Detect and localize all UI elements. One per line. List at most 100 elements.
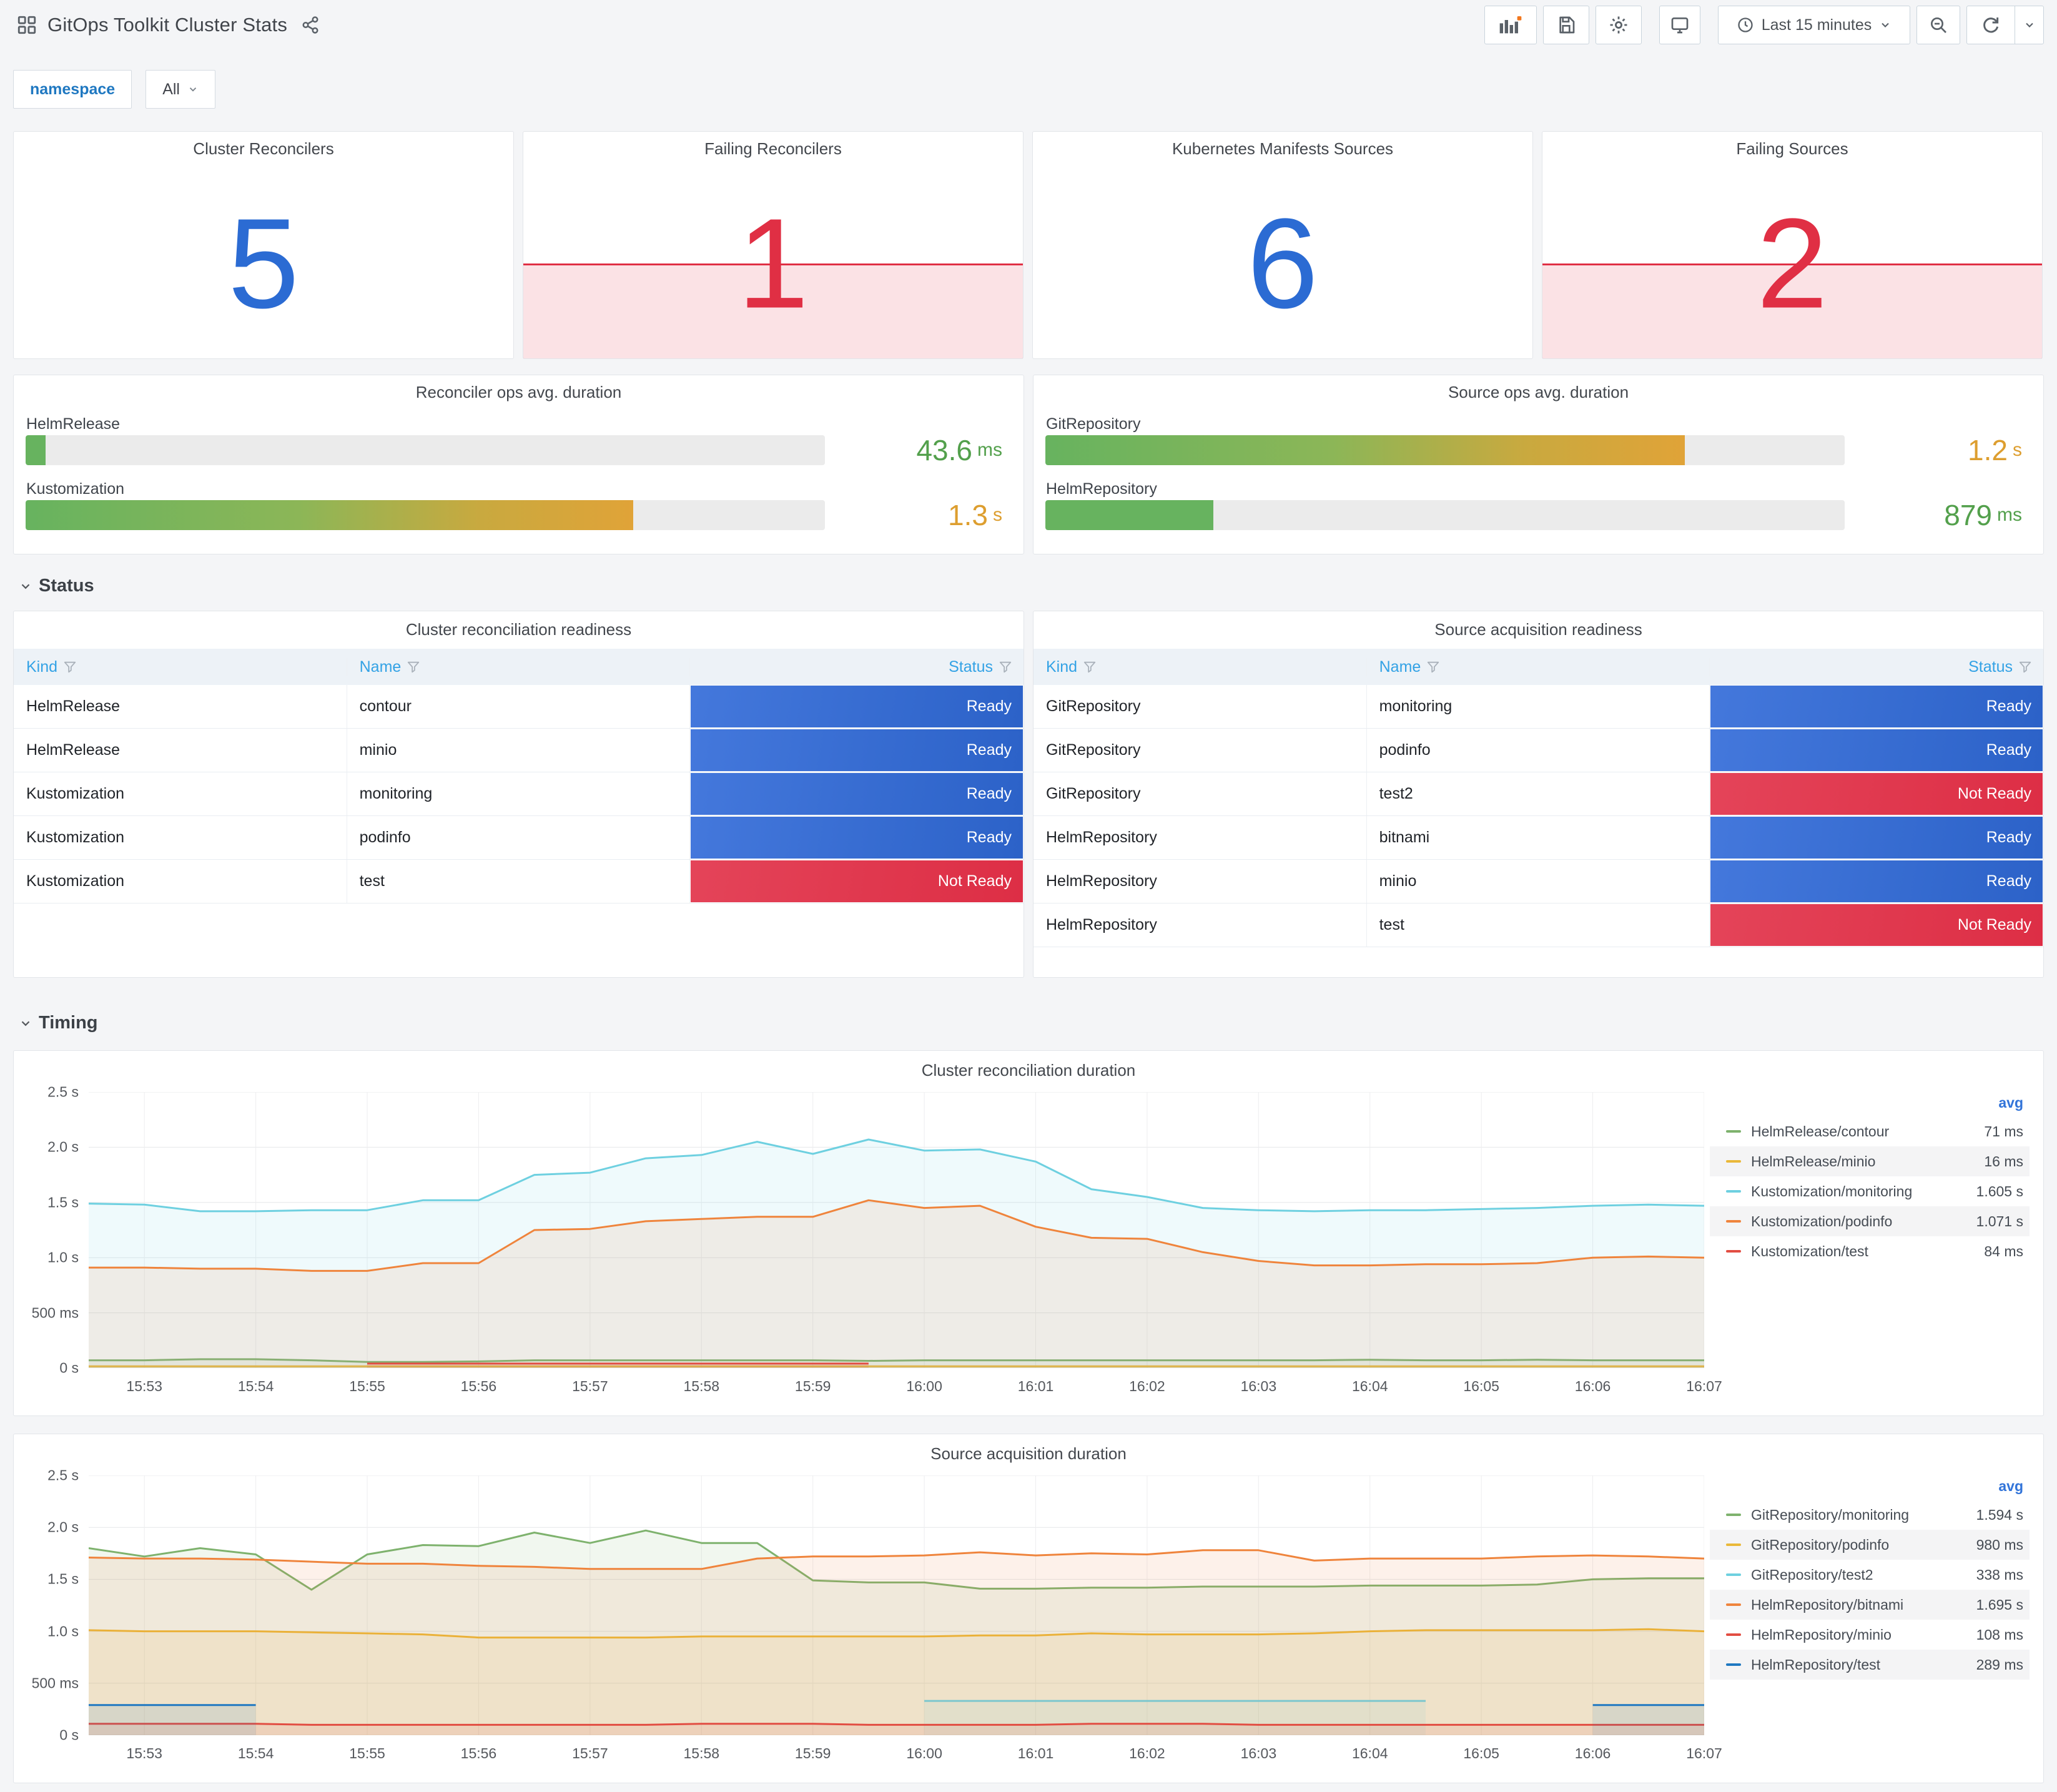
- legend-item[interactable]: GitRepository/podinfo 980 ms: [1710, 1530, 2030, 1560]
- chart-plot-area: [88, 1091, 1705, 1369]
- x-axis-tick-label: 16:04: [1351, 1378, 1388, 1394]
- panel-title[interactable]: Source ops avg. duration: [1033, 383, 2043, 402]
- settings-button[interactable]: [1596, 6, 1642, 44]
- legend-swatch: [1726, 1603, 1741, 1606]
- x-axis-tick-label: 16:01: [1017, 1378, 1054, 1394]
- legend-avg-value: 1.695 s: [1976, 1596, 2023, 1613]
- timeseries-panel: Source acquisition duration 0 s 500 ms 1.0 …: [13, 1434, 2044, 1783]
- cell-kind-text: HelmRepository: [1046, 872, 1157, 890]
- legend-avg-value: 1.071 s: [1976, 1213, 2023, 1229]
- y-axis-tick-label: 2.5 s: [47, 1467, 79, 1484]
- legend-avg-value: 338 ms: [1976, 1566, 2023, 1583]
- cell-name: test2: [1367, 772, 1710, 815]
- stat-panel: Failing Sources 2: [1542, 131, 2043, 359]
- legend-series-name: HelmRepository/test: [1751, 1656, 1881, 1673]
- refresh-button[interactable]: [1966, 6, 2015, 44]
- y-axis-tick-label: 1.5 s: [47, 1570, 79, 1587]
- x-axis-tick-label: 15:53: [126, 1745, 162, 1761]
- chart-canvas[interactable]: [88, 1475, 1705, 1736]
- legend-item[interactable]: HelmRepository/bitnami 1.695 s: [1710, 1590, 2030, 1620]
- readiness-table: Kind Name Status GitRepository monitoring Rea…: [1033, 649, 2043, 977]
- apps-grid-icon[interactable]: [16, 14, 37, 36]
- filter-funnel-icon[interactable]: [999, 660, 1012, 674]
- chevron-down-icon: [1879, 19, 1892, 31]
- gauge-row-label: HelmRelease: [26, 415, 121, 433]
- share-icon[interactable]: [301, 16, 320, 34]
- gauge-value-number: 1.2: [1968, 434, 2008, 466]
- column-header-name[interactable]: Name: [347, 657, 691, 676]
- cell-status: Ready: [690, 685, 1024, 728]
- stat-panel: Kubernetes Manifests Sources 6: [1032, 131, 1533, 359]
- section-timing[interactable]: Timing: [19, 1013, 98, 1033]
- cell-name: test: [1367, 903, 1710, 947]
- legend-item[interactable]: HelmRelease/contour 71 ms: [1710, 1116, 2030, 1146]
- legend-item[interactable]: HelmRepository/test 289 ms: [1710, 1650, 2030, 1680]
- x-axis-tick-label: 15:55: [349, 1378, 385, 1394]
- legend-swatch: [1726, 1130, 1741, 1133]
- zoom-out-button[interactable]: [1916, 6, 1960, 44]
- panel-title[interactable]: Failing Reconcilers: [523, 139, 1023, 159]
- gauge-bar-fill: [26, 435, 46, 465]
- x-axis-tick-label: 15:59: [794, 1745, 831, 1761]
- legend-avg-header[interactable]: avg: [1710, 1092, 2030, 1116]
- gauge-row-label: HelmRepository: [1046, 480, 1157, 498]
- column-header-kind[interactable]: Kind: [1033, 657, 1367, 676]
- status-badge: Ready: [1710, 860, 2043, 902]
- legend-item[interactable]: Kustomization/test 84 ms: [1710, 1236, 2030, 1266]
- table-header-row: Kind Name Status: [1033, 649, 2043, 685]
- legend-item[interactable]: Kustomization/monitoring 1.605 s: [1710, 1176, 2030, 1206]
- column-header-kind[interactable]: Kind: [14, 657, 347, 676]
- panel-title[interactable]: Source acquisition readiness: [1033, 620, 2043, 639]
- legend-series-name: Kustomization/podinfo: [1751, 1213, 1893, 1229]
- cell-kind-text: HelmRepository: [1046, 829, 1157, 846]
- namespace-variable-select[interactable]: All: [146, 70, 215, 109]
- save-dashboard-button[interactable]: [1543, 6, 1589, 44]
- legend-item[interactable]: HelmRepository/minio 108 ms: [1710, 1620, 2030, 1650]
- y-axis-tick-label: 2.0 s: [47, 1138, 79, 1155]
- table-row: Kustomization test Not Ready: [14, 860, 1024, 903]
- status-badge: Ready: [1710, 817, 2043, 859]
- cell-name-text: test: [359, 872, 385, 890]
- legend-swatch: [1726, 1663, 1741, 1666]
- table-row: Kustomization monitoring Ready: [14, 772, 1024, 816]
- table-row: HelmRepository test Not Ready: [1033, 903, 2043, 947]
- section-status[interactable]: Status: [19, 576, 94, 596]
- filter-funnel-icon[interactable]: [1083, 660, 1097, 674]
- cell-status: Ready: [1710, 860, 2043, 903]
- column-header-name[interactable]: Name: [1367, 657, 1710, 676]
- panel-title[interactable]: Kubernetes Manifests Sources: [1033, 139, 1532, 159]
- cycle-view-button[interactable]: [1659, 6, 1700, 44]
- refresh-interval-dropdown[interactable]: [2015, 6, 2044, 44]
- chart-canvas[interactable]: [88, 1091, 1705, 1369]
- column-header-label: Name: [1379, 657, 1421, 676]
- legend-avg-header[interactable]: avg: [1710, 1475, 2030, 1500]
- legend-item[interactable]: GitRepository/test2 338 ms: [1710, 1560, 2030, 1590]
- time-range-picker[interactable]: Last 15 minutes: [1718, 6, 1910, 44]
- x-axis-tick-label: 16:02: [1129, 1745, 1165, 1761]
- legend-swatch: [1726, 1573, 1741, 1576]
- panel-title[interactable]: Cluster Reconcilers: [14, 139, 513, 159]
- y-axis-tick-label: 1.0 s: [47, 1623, 79, 1640]
- chevron-down-icon: [21, 583, 30, 589]
- column-header-status[interactable]: Status: [690, 658, 1024, 676]
- panel-title[interactable]: Cluster reconciliation readiness: [14, 620, 1024, 639]
- legend-item[interactable]: Kustomization/podinfo 1.071 s: [1710, 1206, 2030, 1236]
- legend-swatch: [1726, 1190, 1741, 1193]
- x-axis-tick-label: 15:55: [349, 1745, 385, 1761]
- cell-name: monitoring: [1367, 685, 1710, 728]
- panel-title[interactable]: Cluster reconciliation duration: [14, 1061, 2043, 1080]
- cell-status: Not Ready: [690, 860, 1024, 903]
- legend-item[interactable]: HelmRelease/minio 16 ms: [1710, 1146, 2030, 1176]
- filter-funnel-icon[interactable]: [63, 660, 77, 674]
- legend-item[interactable]: GitRepository/monitoring 1.594 s: [1710, 1500, 2030, 1530]
- panel-title[interactable]: Reconciler ops avg. duration: [14, 383, 1024, 402]
- filter-funnel-icon[interactable]: [2018, 660, 2032, 674]
- column-header-status[interactable]: Status: [1710, 658, 2043, 676]
- legend-avg-value: 16 ms: [1984, 1153, 2023, 1169]
- panel-title[interactable]: Failing Sources: [1542, 139, 2042, 159]
- filter-funnel-icon[interactable]: [407, 660, 420, 674]
- x-axis-tick-label: 16:06: [1574, 1745, 1611, 1761]
- add-panel-button[interactable]: [1484, 6, 1537, 44]
- panel-title[interactable]: Source acquisition duration: [14, 1444, 2043, 1464]
- filter-funnel-icon[interactable]: [1426, 660, 1440, 674]
